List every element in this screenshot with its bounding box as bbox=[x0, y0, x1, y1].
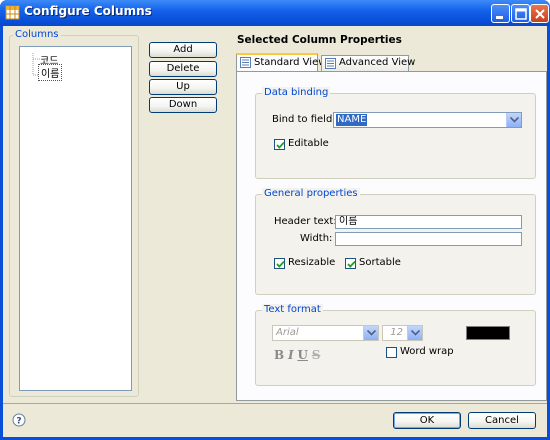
down-button[interactable]: Down bbox=[149, 97, 217, 113]
properties-heading: Selected Column Properties bbox=[237, 34, 402, 46]
width-input[interactable] bbox=[335, 232, 522, 246]
resizable-checkbox[interactable] bbox=[274, 258, 285, 269]
font-select[interactable]: Arial bbox=[272, 325, 379, 341]
form-icon bbox=[240, 57, 251, 68]
header-text-input[interactable]: 이름 bbox=[335, 215, 522, 229]
checkmark-icon bbox=[276, 141, 285, 149]
table-icon bbox=[5, 5, 20, 20]
strikethrough-button[interactable]: S bbox=[312, 348, 321, 362]
columns-legend: Columns bbox=[13, 29, 61, 40]
svg-text:?: ? bbox=[16, 417, 21, 427]
font-value: Arial bbox=[276, 327, 299, 338]
tab-panel: Data binding Bind to field: NAME Editabl… bbox=[236, 71, 547, 401]
dialog-window: Configure Columns Columns 코드 이름 Add Dele… bbox=[0, 0, 550, 440]
add-button[interactable]: Add bbox=[149, 42, 217, 58]
tab-standard-view[interactable]: Standard View bbox=[236, 53, 326, 71]
delete-button[interactable]: Delete bbox=[149, 61, 217, 77]
bind-field-value: NAME bbox=[336, 114, 368, 126]
title-bar[interactable]: Configure Columns bbox=[0, 0, 550, 26]
tab-advanced-label: Advanced View bbox=[339, 57, 416, 68]
checkmark-icon bbox=[347, 260, 356, 268]
dropdown-button[interactable] bbox=[363, 326, 378, 340]
footer-divider bbox=[3, 403, 547, 404]
editable-label: Editable bbox=[288, 138, 329, 149]
bind-field-select[interactable]: NAME bbox=[333, 112, 522, 128]
minimize-button[interactable] bbox=[491, 4, 510, 23]
font-size-select[interactable]: 12 bbox=[382, 325, 423, 341]
up-button[interactable]: Up bbox=[149, 79, 217, 95]
cancel-button[interactable]: Cancel bbox=[468, 412, 536, 429]
text-color-swatch[interactable] bbox=[466, 326, 510, 340]
data-binding-legend: Data binding bbox=[262, 87, 331, 98]
chevron-down-icon bbox=[510, 117, 519, 123]
dropdown-button[interactable] bbox=[407, 326, 422, 340]
width-label: Width: bbox=[300, 233, 333, 244]
ok-button[interactable]: OK bbox=[393, 412, 461, 429]
word-wrap-checkbox[interactable] bbox=[386, 347, 397, 358]
font-size-value: 12 bbox=[390, 327, 403, 338]
italic-button[interactable]: I bbox=[288, 348, 294, 362]
bind-field-label: Bind to field: bbox=[272, 114, 336, 125]
checkmark-icon bbox=[276, 260, 285, 268]
dialog-body: Columns 코드 이름 Add Delete Up Down Selecte… bbox=[3, 26, 547, 437]
minimize-icon bbox=[496, 16, 503, 19]
general-properties-legend: General properties bbox=[262, 188, 360, 199]
text-format-legend: Text format bbox=[262, 304, 323, 315]
chevron-down-icon bbox=[411, 330, 420, 336]
word-wrap-label: Word wrap bbox=[400, 346, 454, 357]
tab-advanced-view[interactable]: Advanced View bbox=[321, 55, 415, 71]
window-title: Configure Columns bbox=[24, 4, 152, 18]
close-button[interactable] bbox=[530, 4, 549, 23]
close-icon bbox=[535, 9, 545, 19]
sortable-checkbox[interactable] bbox=[345, 258, 356, 269]
tab-standard-label: Standard View bbox=[254, 57, 327, 68]
maximize-button[interactable] bbox=[511, 4, 530, 23]
bold-button[interactable]: B bbox=[274, 348, 284, 362]
dropdown-button[interactable] bbox=[506, 113, 521, 127]
sortable-label: Sortable bbox=[359, 257, 401, 268]
columns-tree[interactable]: 코드 이름 bbox=[19, 46, 132, 391]
header-text-label: Header text: bbox=[274, 216, 337, 227]
help-icon[interactable]: ? bbox=[12, 413, 26, 427]
style-buttons: B I U S bbox=[274, 348, 320, 362]
data-binding-group: Data binding bbox=[255, 87, 536, 179]
tree-item-selected[interactable]: 이름 bbox=[38, 64, 63, 81]
underline-button[interactable]: U bbox=[297, 348, 307, 362]
editable-checkbox[interactable] bbox=[274, 139, 285, 150]
maximize-icon bbox=[515, 8, 527, 20]
chevron-down-icon bbox=[367, 330, 376, 336]
form-icon bbox=[325, 58, 336, 69]
resizable-label: Resizable bbox=[288, 257, 336, 268]
